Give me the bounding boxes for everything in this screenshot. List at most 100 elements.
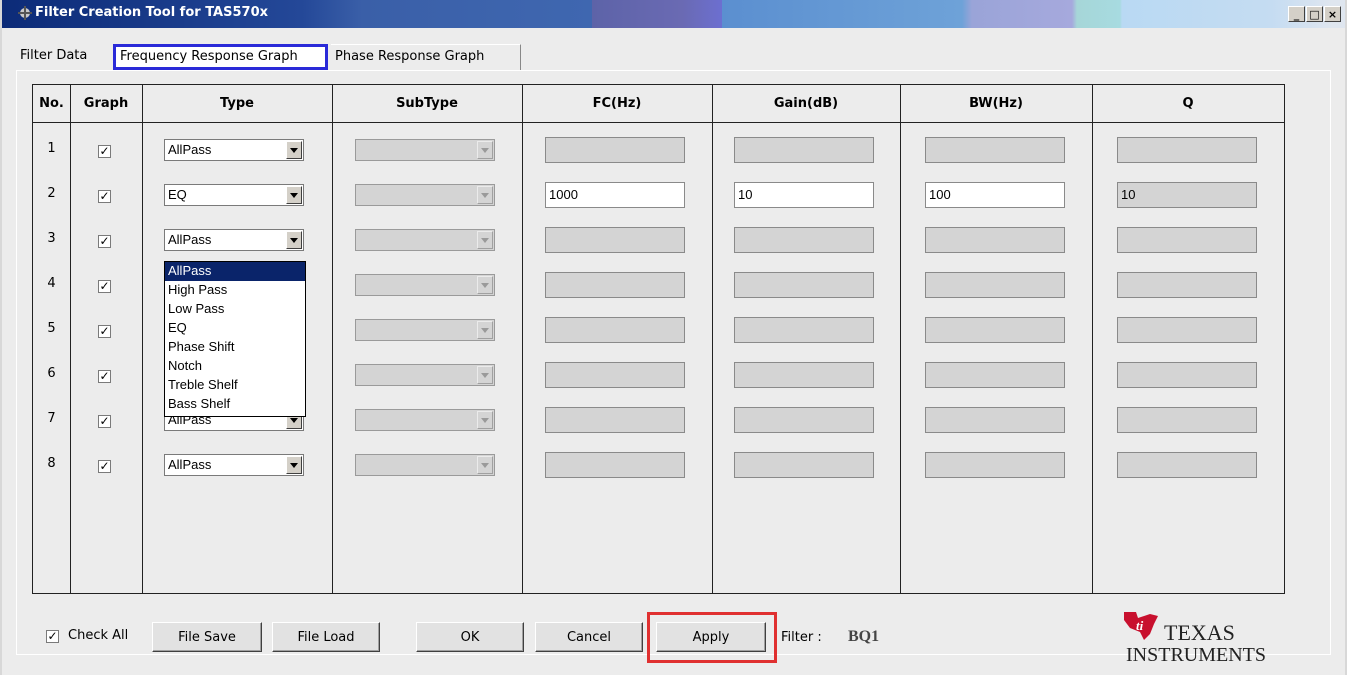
bw-input[interactable]	[925, 362, 1065, 388]
tab-filter-data[interactable]: Filter Data	[16, 44, 112, 70]
dropdown-option-treble-shelf[interactable]: Treble Shelf	[165, 376, 305, 395]
graph-checkbox[interactable]: ✓	[98, 145, 111, 158]
minimize-button[interactable]: _	[1288, 6, 1305, 22]
gain-input[interactable]	[734, 362, 874, 388]
tab-frequency-response-graph[interactable]: Frequency Response Graph	[113, 44, 328, 70]
type-dropdown-list[interactable]: AllPass High Pass Low Pass EQ Phase Shif…	[164, 261, 306, 417]
fc-input[interactable]: 1000	[545, 182, 685, 208]
texas-instruments-logo: ti TEXAS INSTRUMENTS	[1120, 610, 1280, 668]
logo-line2: INSTRUMENTS	[1126, 644, 1267, 666]
dropdown-option-eq[interactable]: EQ	[165, 319, 305, 338]
close-button[interactable]: ×	[1324, 6, 1341, 22]
gain-input[interactable]: 10	[734, 182, 874, 208]
row-number: 3	[47, 231, 56, 246]
window-controls: _ □ ×	[1287, 6, 1341, 22]
subtype-combobox[interactable]	[355, 139, 495, 161]
type-combobox[interactable]: AllPass	[164, 229, 304, 251]
subtype-combobox[interactable]	[355, 184, 495, 206]
dropdown-option-low-pass[interactable]: Low Pass	[165, 300, 305, 319]
fc-input[interactable]	[545, 272, 685, 298]
subtype-combobox[interactable]	[355, 454, 495, 476]
q-input[interactable]	[1117, 452, 1257, 478]
dropdown-arrow-icon[interactable]	[286, 141, 302, 159]
fc-input[interactable]	[545, 317, 685, 343]
q-input[interactable]	[1117, 362, 1257, 388]
fc-input[interactable]	[545, 407, 685, 433]
dropdown-arrow-icon[interactable]	[477, 186, 493, 204]
dropdown-arrow-icon[interactable]	[286, 186, 302, 204]
q-input[interactable]	[1117, 137, 1257, 163]
fc-input[interactable]	[545, 362, 685, 388]
subtype-combobox[interactable]	[355, 364, 495, 386]
maximize-button[interactable]: □	[1306, 6, 1323, 22]
gain-input[interactable]	[734, 227, 874, 253]
cancel-button[interactable]: Cancel	[535, 622, 643, 652]
file-load-button[interactable]: File Load	[272, 622, 380, 652]
dropdown-arrow-icon[interactable]	[477, 321, 493, 339]
bw-input[interactable]	[925, 137, 1065, 163]
dropdown-option-bass-shelf[interactable]: Bass Shelf	[165, 395, 305, 414]
tab-phase-response-graph[interactable]: Phase Response Graph	[331, 44, 521, 70]
dropdown-arrow-icon[interactable]	[286, 231, 302, 249]
dropdown-option-phase-shift[interactable]: Phase Shift	[165, 338, 305, 357]
dropdown-arrow-icon[interactable]	[477, 456, 493, 474]
subtype-combobox[interactable]	[355, 229, 495, 251]
fc-input[interactable]	[545, 227, 685, 253]
fc-input[interactable]	[545, 137, 685, 163]
dropdown-option-allpass[interactable]: AllPass	[165, 262, 305, 281]
dropdown-option-notch[interactable]: Notch	[165, 357, 305, 376]
graph-checkbox[interactable]: ✓	[98, 280, 111, 293]
dropdown-arrow-icon[interactable]	[477, 411, 493, 429]
q-input[interactable]	[1117, 272, 1257, 298]
bw-input[interactable]	[925, 227, 1065, 253]
dropdown-option-high-pass[interactable]: High Pass	[165, 281, 305, 300]
gain-input[interactable]	[734, 407, 874, 433]
type-combobox[interactable]: AllPass	[164, 454, 304, 476]
fc-input[interactable]	[545, 452, 685, 478]
dropdown-arrow-icon[interactable]	[477, 141, 493, 159]
app-icon	[18, 6, 32, 20]
type-combobox[interactable]: EQ	[164, 184, 304, 206]
q-input[interactable]	[1117, 227, 1257, 253]
bw-input[interactable]	[925, 317, 1065, 343]
column-divider	[522, 85, 523, 593]
gain-input[interactable]	[734, 272, 874, 298]
q-input[interactable]: 10	[1117, 182, 1257, 208]
column-divider	[900, 85, 901, 593]
subtype-combobox[interactable]	[355, 274, 495, 296]
row-number: 5	[47, 321, 56, 336]
graph-checkbox[interactable]: ✓	[98, 370, 111, 383]
subtype-combobox[interactable]	[355, 409, 495, 431]
dropdown-arrow-icon[interactable]	[477, 276, 493, 294]
q-input[interactable]	[1117, 317, 1257, 343]
file-save-button[interactable]: File Save	[152, 622, 262, 652]
graph-checkbox[interactable]: ✓	[98, 415, 111, 428]
subtype-combobox[interactable]	[355, 319, 495, 341]
row-number: 6	[47, 366, 56, 381]
q-input[interactable]	[1117, 407, 1257, 433]
type-combobox[interactable]: AllPass	[164, 139, 304, 161]
bw-input[interactable]	[925, 407, 1065, 433]
graph-checkbox[interactable]: ✓	[98, 235, 111, 248]
type-combobox-value: AllPass	[168, 142, 212, 157]
row-number: 4	[47, 276, 56, 291]
filter-tool-window: Filter Creation Tool for TAS570x _ □ × F…	[0, 0, 1347, 675]
bw-input[interactable]	[925, 452, 1065, 478]
apply-highlight-box	[647, 612, 777, 663]
title-bar[interactable]: Filter Creation Tool for TAS570x _ □ ×	[2, 0, 1345, 28]
gain-input[interactable]	[734, 317, 874, 343]
bw-input[interactable]	[925, 272, 1065, 298]
dropdown-arrow-icon[interactable]	[477, 231, 493, 249]
gain-input[interactable]	[734, 137, 874, 163]
graph-checkbox[interactable]: ✓	[98, 460, 111, 473]
graph-checkbox[interactable]: ✓	[98, 190, 111, 203]
check-all-label: Check All	[68, 628, 129, 643]
check-all-checkbox[interactable]: ✓	[46, 630, 59, 643]
column-divider	[712, 85, 713, 593]
dropdown-arrow-icon[interactable]	[477, 366, 493, 384]
ok-button[interactable]: OK	[416, 622, 524, 652]
bw-input[interactable]: 100	[925, 182, 1065, 208]
dropdown-arrow-icon[interactable]	[286, 456, 302, 474]
gain-input[interactable]	[734, 452, 874, 478]
graph-checkbox[interactable]: ✓	[98, 325, 111, 338]
